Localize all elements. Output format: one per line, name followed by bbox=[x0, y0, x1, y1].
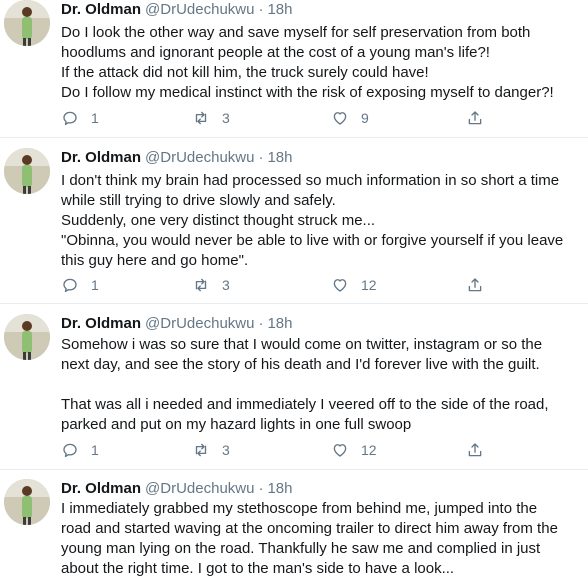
heart-icon bbox=[333, 444, 347, 457]
like-button[interactable]: 9 bbox=[331, 108, 369, 128]
share-button[interactable] bbox=[466, 275, 484, 295]
tweet-actions: 1 3 9 bbox=[61, 108, 491, 128]
tweet-line: this guy here and go home". bbox=[61, 252, 249, 269]
author-name[interactable]: Dr. Oldman bbox=[61, 1, 141, 18]
reply-count: 1 bbox=[91, 110, 99, 126]
reply-button[interactable]: 1 bbox=[61, 275, 99, 295]
retweet-button[interactable]: 3 bbox=[192, 108, 230, 128]
tweet-line: Somehow i was so sure that I would come … bbox=[61, 336, 543, 353]
timestamp[interactable]: 18h bbox=[267, 315, 292, 332]
tweet-line: about the right time. I got to the man's… bbox=[61, 560, 455, 577]
tweet-thread: Dr. Oldman @DrUdechukwu · 18h Do I look the… bbox=[0, 0, 588, 580]
retweet-button[interactable]: 3 bbox=[192, 275, 230, 295]
author-handle[interactable]: @DrUdechukwu bbox=[145, 1, 254, 18]
tweet-header: Dr. Oldman @DrUdechukwu · 18h bbox=[61, 314, 293, 334]
timestamp[interactable]: 18h bbox=[267, 480, 292, 497]
separator: · bbox=[258, 149, 264, 166]
reply-icon bbox=[63, 443, 77, 458]
avatar[interactable] bbox=[4, 314, 50, 360]
tweet-text: Somehow i was so sure that I would come … bbox=[61, 335, 581, 435]
like-count: 12 bbox=[361, 277, 377, 293]
tweet-header: Dr. Oldman @DrUdechukwu · 18h bbox=[61, 479, 293, 499]
tweet-line: Do I follow my medical instinct with the… bbox=[61, 84, 554, 101]
tweet-header: Dr. Oldman @DrUdechukwu · 18h bbox=[61, 148, 293, 168]
author-handle[interactable]: @DrUdechukwu bbox=[145, 315, 254, 332]
retweet-count: 3 bbox=[222, 110, 230, 126]
tweet-line: hoodlums and ignorant people at the cost… bbox=[61, 44, 490, 61]
author-name[interactable]: Dr. Oldman bbox=[61, 149, 141, 166]
retweet-icon bbox=[195, 111, 207, 125]
author-name[interactable]: Dr. Oldman bbox=[61, 480, 141, 497]
avatar[interactable] bbox=[4, 0, 50, 46]
divider bbox=[0, 469, 588, 470]
tweet-actions: 1 3 12 bbox=[61, 440, 491, 460]
separator: · bbox=[258, 315, 264, 332]
author-handle[interactable]: @DrUdechukwu bbox=[145, 480, 254, 497]
tweet-line: I don't think my brain had processed so … bbox=[61, 172, 560, 189]
divider bbox=[0, 303, 588, 304]
reply-button[interactable]: 1 bbox=[61, 440, 99, 460]
tweet-actions: 1 3 12 bbox=[61, 275, 491, 295]
paragraph-break bbox=[61, 375, 581, 395]
retweet-count: 3 bbox=[222, 442, 230, 458]
share-icon bbox=[468, 443, 482, 457]
tweet-line: young man lying on the road. Thankfully … bbox=[61, 540, 541, 557]
tweet-line: Do I look the other way and save myself … bbox=[61, 24, 531, 41]
author-handle[interactable]: @DrUdechukwu bbox=[145, 149, 254, 166]
tweet-line: I immediately grabbed my stethoscope fro… bbox=[61, 500, 538, 517]
tweet-line: "Obinna, you would never be able to live… bbox=[61, 232, 564, 249]
tweet-text: I don't think my brain had processed so … bbox=[61, 171, 581, 271]
retweet-icon bbox=[195, 278, 207, 292]
share-button[interactable] bbox=[466, 440, 484, 460]
like-button[interactable]: 12 bbox=[331, 275, 377, 295]
retweet-count: 3 bbox=[222, 277, 230, 293]
heart-icon bbox=[333, 112, 347, 125]
reply-count: 1 bbox=[91, 277, 99, 293]
timestamp[interactable]: 18h bbox=[267, 1, 292, 18]
tweet-line: while still trying to drive slowly and s… bbox=[61, 192, 336, 209]
tweet-line: parked and put on my hazard lights in on… bbox=[61, 416, 412, 433]
tweet-text: Do I look the other way and save myself … bbox=[61, 23, 581, 103]
tweet-line: next day, and see the story of his death… bbox=[61, 356, 540, 373]
tweet-text: I immediately grabbed my stethoscope fro… bbox=[61, 499, 581, 579]
avatar[interactable] bbox=[4, 479, 50, 525]
retweet-icon bbox=[195, 443, 207, 457]
separator: · bbox=[258, 1, 264, 18]
divider bbox=[0, 137, 588, 138]
reply-icon bbox=[63, 278, 77, 293]
heart-icon bbox=[333, 279, 347, 292]
author-name[interactable]: Dr. Oldman bbox=[61, 315, 141, 332]
avatar[interactable] bbox=[4, 148, 50, 194]
share-icon bbox=[468, 278, 482, 292]
retweet-button[interactable]: 3 bbox=[192, 440, 230, 460]
reply-count: 1 bbox=[91, 442, 99, 458]
tweet-line: Suddenly, one very distinct thought stru… bbox=[61, 212, 376, 229]
share-icon bbox=[468, 111, 482, 125]
share-button[interactable] bbox=[466, 108, 484, 128]
reply-icon bbox=[63, 111, 77, 126]
like-count: 9 bbox=[361, 110, 369, 126]
like-count: 12 bbox=[361, 442, 377, 458]
tweet-line: If the attack did not kill him, the truc… bbox=[61, 64, 429, 81]
tweet-header: Dr. Oldman @DrUdechukwu · 18h bbox=[61, 0, 293, 20]
reply-button[interactable]: 1 bbox=[61, 108, 99, 128]
separator: · bbox=[258, 480, 264, 497]
like-button[interactable]: 12 bbox=[331, 440, 377, 460]
timestamp[interactable]: 18h bbox=[267, 149, 292, 166]
tweet-line: road and started waving at the oncoming … bbox=[61, 520, 558, 537]
tweet-line: That was all i needed and immediately I … bbox=[61, 396, 549, 413]
